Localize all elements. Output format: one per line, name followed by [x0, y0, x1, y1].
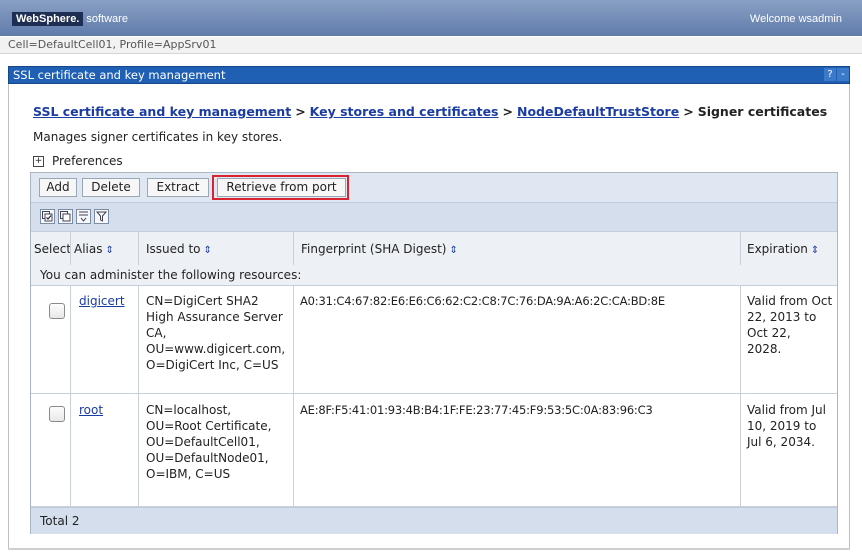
breadcrumb-separator: > — [502, 104, 513, 119]
col-issued-to-label: Issued to — [146, 242, 201, 256]
column-divider — [293, 232, 294, 265]
column-divider — [293, 394, 294, 506]
portlet-title: SSL certificate and key management — [13, 68, 226, 82]
issued-to-line: O=DigiCert Inc, C=US — [146, 358, 279, 372]
alias-link[interactable]: root — [79, 403, 103, 417]
breadcrumb-link-keystores[interactable]: Key stores and certificates — [310, 104, 499, 119]
issued-to-line: OU=DefaultCell01, — [146, 435, 260, 449]
col-issued-to[interactable]: Issued to ⇕ — [146, 242, 212, 256]
issued-to-line: High Assurance Server — [146, 310, 283, 324]
col-fingerprint-label: Fingerprint (SHA Digest) — [301, 242, 447, 256]
expiration-line: 2028. — [747, 342, 782, 356]
column-divider — [138, 394, 139, 506]
expiration-cell: Valid from Jul 10, 2019 to Jul 6, 2034. — [747, 402, 826, 450]
table-row: root CN=localhost, OU=Root Certificate, … — [31, 394, 837, 507]
col-alias[interactable]: Alias ⇕ — [74, 242, 114, 256]
deselect-all-icon[interactable] — [58, 209, 73, 224]
action-toolbar: Add Delete Extract Retrieve from port — [31, 173, 837, 202]
preferences-label: Preferences — [52, 154, 123, 168]
admin-note-row: You can administer the following resourc… — [31, 265, 837, 286]
issued-to-cell: CN=localhost, OU=Root Certificate, OU=De… — [146, 402, 271, 482]
portlet-bottom-border — [8, 548, 850, 550]
signer-certificates-table: Add Delete Extract Retrieve from port Se… — [30, 172, 838, 534]
column-divider — [70, 286, 71, 393]
row-select-checkbox[interactable] — [49, 406, 65, 422]
minimize-icon[interactable]: - — [837, 68, 849, 81]
welcome-text: Welcome wsadmin — [749, 13, 842, 25]
clear-filter-icon[interactable] — [94, 209, 109, 224]
table-header: Select Alias ⇕ Issued to ⇕ Fingerprint (SH… — [31, 231, 837, 266]
show-filter-icon[interactable] — [76, 209, 91, 224]
issued-to-line: CN=DigiCert SHA2 — [146, 294, 259, 308]
fingerprint-cell: A0:31:C4:67:82:E6:E6:C6:62:C2:C8:7C:76:D… — [300, 294, 665, 308]
col-expiration-label: Expiration — [747, 242, 808, 256]
col-alias-label: Alias — [74, 242, 103, 256]
expiration-line: Valid from Oct — [747, 294, 833, 308]
column-divider — [293, 286, 294, 393]
delete-button[interactable]: Delete — [82, 178, 140, 197]
sort-icon[interactable]: ⇕ — [449, 245, 457, 256]
brand-name: WebSphere. — [12, 12, 84, 26]
column-divider — [740, 232, 741, 265]
breadcrumb-separator: > — [683, 104, 694, 119]
icon-toolbar — [31, 202, 837, 231]
row-select-checkbox[interactable] — [49, 303, 65, 319]
issued-to-line: CA, — [146, 326, 167, 340]
column-divider — [138, 286, 139, 393]
expiration-line: 22, 2013 to — [747, 310, 817, 324]
breadcrumb-current: Signer certificates — [697, 104, 828, 119]
issued-to-line: OU=Root Certificate, — [146, 419, 272, 433]
column-divider — [70, 394, 71, 506]
table-footer: Total 2 — [31, 507, 837, 534]
expiration-line: Jul 6, 2034. — [747, 435, 815, 449]
sort-icon[interactable]: ⇕ — [105, 245, 113, 256]
issued-to-line: OU=DefaultNode01, — [146, 451, 269, 465]
expand-icon: + — [33, 155, 44, 167]
col-fingerprint[interactable]: Fingerprint (SHA Digest) ⇕ — [301, 242, 458, 256]
column-divider — [138, 232, 139, 265]
sort-icon[interactable]: ⇕ — [811, 245, 819, 256]
total-count: Total 2 — [40, 514, 80, 528]
expiration-cell: Valid from Oct 22, 2013 to Oct 22, 2028. — [747, 293, 832, 357]
page-description: Manages signer certificates in key store… — [33, 130, 283, 144]
expiration-line: Valid from Jul — [747, 403, 826, 417]
portlet-title-bar: SSL certificate and key management ? - — [8, 66, 850, 84]
highlight-box — [212, 175, 349, 200]
breadcrumb-link-ssl[interactable]: SSL certificate and key management — [33, 104, 291, 119]
breadcrumb-link-truststore[interactable]: NodeDefaultTrustStore — [517, 104, 679, 119]
col-select: Select — [34, 242, 72, 256]
col-expiration[interactable]: Expiration ⇕ — [747, 242, 819, 256]
expiration-line: 10, 2019 to — [747, 419, 817, 433]
help-icon[interactable]: ? — [824, 68, 836, 81]
select-all-icon[interactable] — [40, 209, 55, 224]
top-banner: WebSphere. software Welcome wsadmin — [0, 0, 862, 36]
admin-note: You can administer the following resourc… — [40, 268, 302, 282]
context-bar: Cell=DefaultCell01, Profile=AppSrv01 — [0, 37, 862, 54]
column-divider — [740, 394, 741, 506]
cell-profile-text: Cell=DefaultCell01, Profile=AppSrv01 — [8, 38, 217, 51]
preferences-toggle[interactable]: + Preferences — [33, 154, 123, 168]
websphere-logo: WebSphere. software — [12, 10, 128, 28]
breadcrumb-separator: > — [295, 104, 306, 119]
column-divider — [740, 286, 741, 393]
issued-to-line: O=IBM, C=US — [146, 467, 231, 481]
issued-to-cell: CN=DigiCert SHA2 High Assurance Server C… — [146, 293, 285, 373]
table-row: digicert CN=DigiCert SHA2 High Assurance… — [31, 286, 837, 394]
add-button[interactable]: Add — [39, 178, 77, 197]
fingerprint-cell: AE:8F:F5:41:01:93:4B:B4:1F:FE:23:77:45:F… — [300, 403, 653, 417]
breadcrumb: SSL certificate and key management > Key s… — [33, 104, 827, 119]
expiration-line: Oct 22, — [747, 326, 791, 340]
column-divider — [70, 232, 71, 265]
brand-suffix: software — [86, 13, 128, 25]
issued-to-line: OU=www.digicert.com, — [146, 342, 286, 356]
extract-button[interactable]: Extract — [147, 178, 209, 197]
issued-to-line: CN=localhost, — [146, 403, 232, 417]
alias-link[interactable]: digicert — [79, 294, 125, 308]
sort-icon[interactable]: ⇕ — [204, 245, 212, 256]
